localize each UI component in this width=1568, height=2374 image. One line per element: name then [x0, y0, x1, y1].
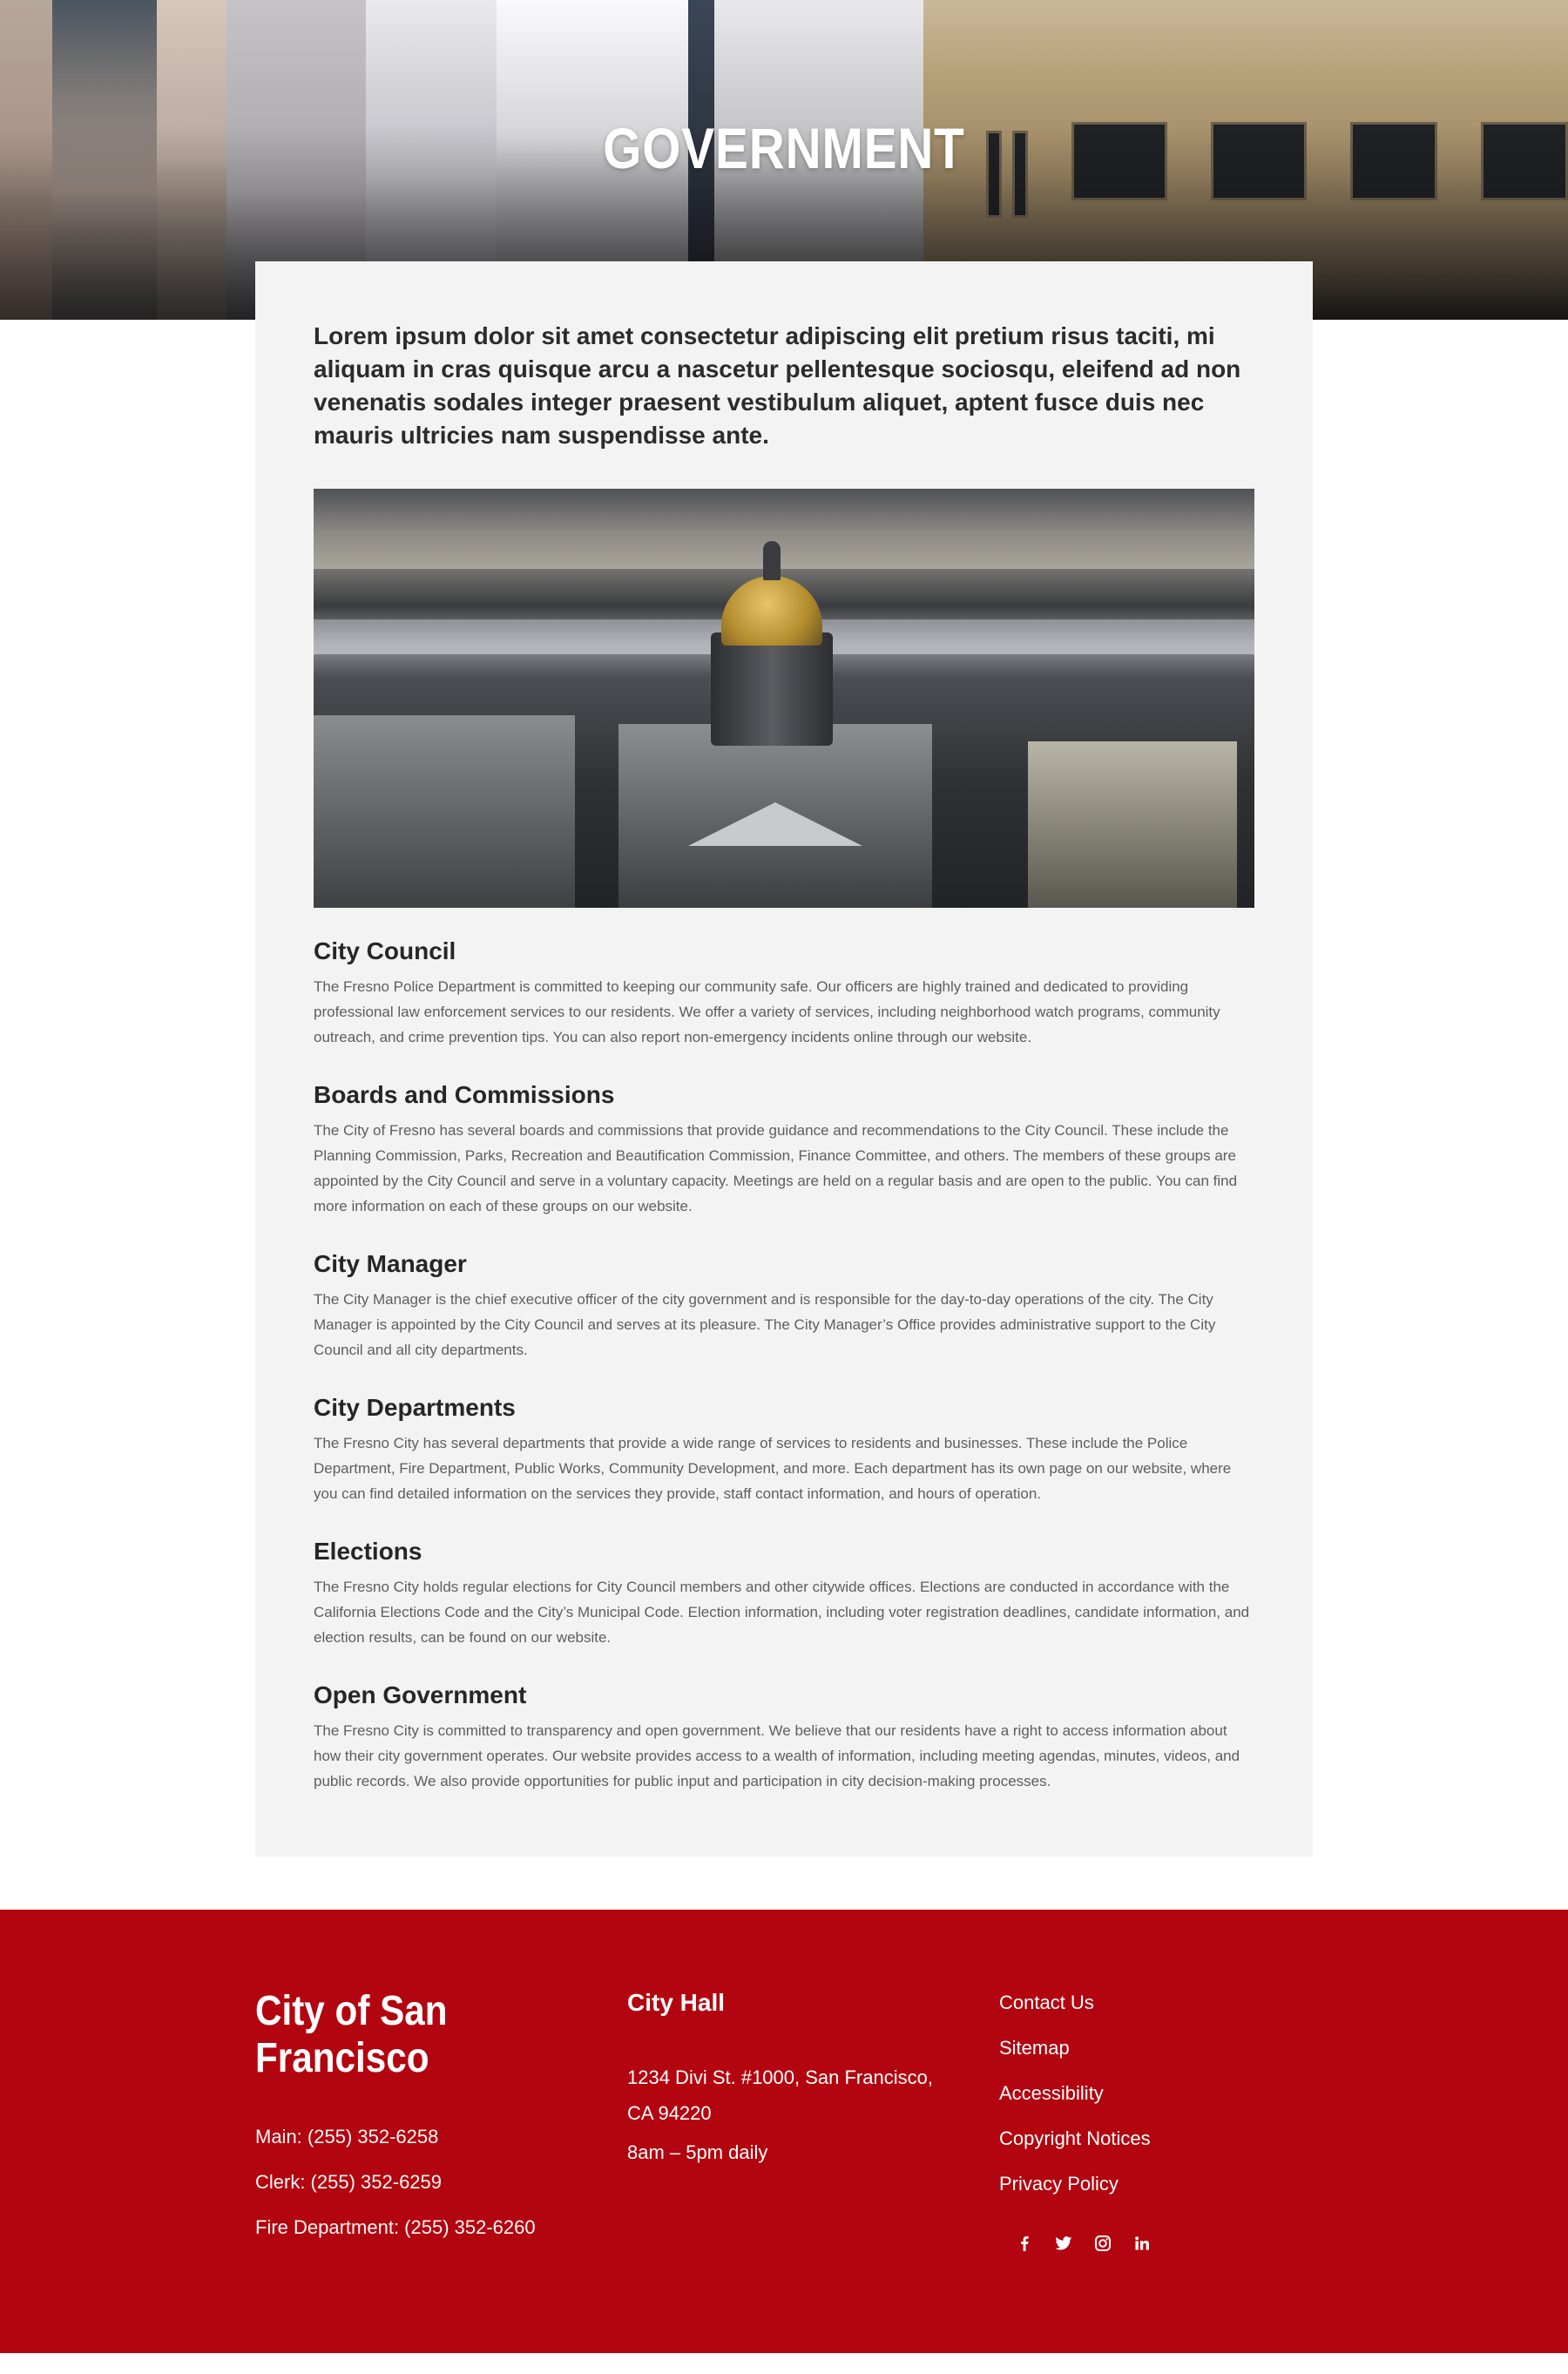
footer-link-sitemap[interactable]: Sitemap [999, 2035, 1313, 2061]
section-body: The Fresno City holds regular elections … [314, 1579, 1250, 1646]
section-elections: Elections The Fresno City holds regular … [314, 1536, 1254, 1650]
section-boards-and-commissions: Boards and Commissions The City of Fresn… [314, 1079, 1254, 1219]
linkedin-icon[interactable] [1122, 2230, 1161, 2256]
twitter-icon[interactable] [1044, 2230, 1083, 2256]
section-title: Open Government [314, 1681, 527, 1708]
footer-links: Contact Us Sitemap Accessibility Copyrig… [999, 1990, 1313, 2197]
section-title: City Council [314, 937, 456, 964]
city-hall-heading: City Hall [627, 1989, 726, 2016]
footer-link-accessibility[interactable]: Accessibility [999, 2080, 1313, 2107]
phone-fire-department: Fire Department: (255) 352-6260 [255, 2216, 536, 2238]
section-city-departments: City Departments The Fresno City has sev… [314, 1392, 1254, 1506]
section-open-government: Open Government The Fresno City is commi… [314, 1680, 1254, 1794]
intro-paragraph: Lorem ipsum dolor sit amet consectetur a… [314, 322, 1241, 449]
city-hall-address: 1234 Divi St. #1000, San Francisco, CA 9… [627, 2066, 933, 2124]
footer-city-hall-column: City Hall 1234 Divi St. #1000, San Franc… [627, 1988, 999, 2260]
city-hall-hours: 8am – 5pm daily [627, 2141, 768, 2163]
section-city-council: City Council The Fresno Police Departmen… [314, 936, 1254, 1050]
social-links [1004, 2230, 1313, 2256]
footer-contact-column: City of San Francisco Main: (255) 352-62… [255, 1988, 627, 2260]
section-body: The City Manager is the chief executive … [314, 1291, 1216, 1358]
facebook-icon[interactable] [1004, 2230, 1044, 2256]
footer-link-contact-us[interactable]: Contact Us [999, 1990, 1313, 2016]
footer-link-privacy-policy[interactable]: Privacy Policy [999, 2171, 1313, 2197]
section-title: City Manager [314, 1250, 467, 1277]
section-body: The City of Fresno has several boards an… [314, 1122, 1238, 1214]
section-body: The Fresno Police Department is committe… [314, 978, 1220, 1045]
phone-main: Main: (255) 352-6258 [255, 2126, 439, 2147]
page-title: GOVERNMENT [603, 116, 965, 180]
section-city-manager: City Manager The City Manager is the chi… [314, 1248, 1254, 1363]
section-body: The Fresno City is committed to transpar… [314, 1722, 1240, 1789]
section-body: The Fresno City has several departments … [314, 1435, 1232, 1502]
content-card: Lorem ipsum dolor sit amet consectetur a… [255, 261, 1313, 1857]
section-title: Elections [314, 1538, 422, 1565]
section-title: Boards and Commissions [314, 1081, 615, 1108]
section-title: City Departments [314, 1394, 516, 1421]
site-footer: City of San Francisco Main: (255) 352-62… [0, 1910, 1568, 2353]
feature-image-cathedral [314, 489, 1254, 908]
instagram-icon[interactable] [1083, 2230, 1122, 2256]
footer-link-copyright-notices[interactable]: Copyright Notices [999, 2126, 1313, 2152]
footer-links-column: Contact Us Sitemap Accessibility Copyrig… [999, 1988, 1313, 2260]
footer-brand: City of San Francisco [255, 1988, 448, 2081]
phone-clerk: Clerk: (255) 352-6259 [255, 2171, 443, 2193]
